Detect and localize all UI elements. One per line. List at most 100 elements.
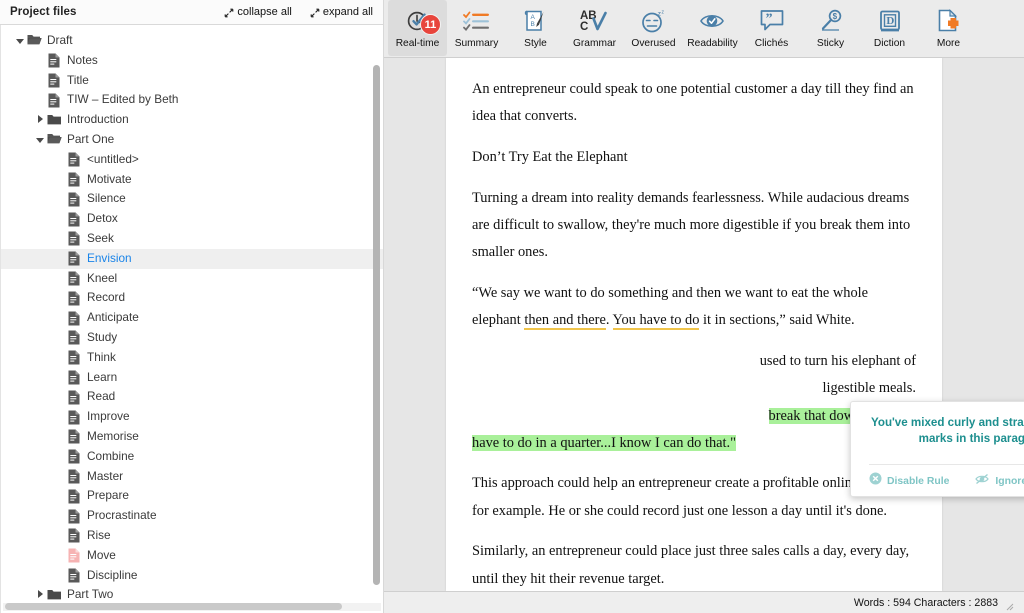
warning-span-then-and-there[interactable]: then and there bbox=[524, 311, 606, 330]
tree-item-move[interactable]: Move bbox=[1, 546, 383, 566]
sidebar-vertical-scrollbar[interactable] bbox=[373, 65, 380, 585]
document-text[interactable]: An entrepreneur could speak to one poten… bbox=[446, 58, 942, 591]
disable-rule-button[interactable]: Disable Rule bbox=[869, 472, 949, 490]
toolbar-button-grammar[interactable]: AB C Grammar bbox=[565, 0, 624, 56]
scroll-quill-icon: AB bbox=[522, 6, 550, 36]
document-page[interactable]: An entrepreneur could speak to one poten… bbox=[446, 58, 942, 591]
tree-item-label: Study bbox=[87, 329, 118, 344]
disclosure-triangle-icon[interactable] bbox=[15, 35, 27, 47]
tree-item-combine[interactable]: Combine bbox=[1, 447, 383, 467]
sleepy-face-icon: zz bbox=[640, 6, 667, 36]
document-icon bbox=[67, 449, 81, 464]
tree-item-introduction[interactable]: Introduction bbox=[1, 110, 383, 130]
tree-item-envision[interactable]: Envision bbox=[1, 248, 383, 269]
disclosure-triangle-icon[interactable] bbox=[35, 134, 47, 146]
highlight-line-2[interactable]: have to do in a quarter...I know I can d… bbox=[472, 434, 737, 451]
ignore-button[interactable]: Ignore bbox=[975, 472, 1024, 490]
toolbar-button-label: Style bbox=[524, 38, 547, 49]
toolbar-button-label: Clichés bbox=[754, 38, 789, 49]
expand-all-button[interactable]: expand all bbox=[310, 6, 373, 18]
tree-item-improve[interactable]: Improve bbox=[1, 407, 383, 427]
document-icon bbox=[47, 53, 61, 68]
tree-item-anticipate[interactable]: Anticipate bbox=[1, 308, 383, 328]
tree-item-part-one[interactable]: Part One bbox=[1, 130, 383, 150]
tree-item-think[interactable]: Think bbox=[1, 348, 383, 368]
toolbar-button-sticky[interactable]: $ Sticky bbox=[801, 0, 860, 56]
tree-item-label: Silence bbox=[87, 191, 126, 206]
hidden-line-2: ligestible meals. bbox=[822, 379, 916, 396]
toolbar-button-summary[interactable]: Summary bbox=[447, 0, 506, 56]
toolbar-button-readability[interactable]: Readability bbox=[683, 0, 742, 56]
tree-item-tiw-edited-by-beth[interactable]: TIW – Edited by Beth bbox=[1, 90, 383, 110]
collapse-all-button[interactable]: collapse all bbox=[224, 6, 292, 18]
disclosure-triangle-icon[interactable] bbox=[35, 589, 47, 601]
document-icon bbox=[67, 370, 81, 385]
toolbar-button-label: Readability bbox=[687, 38, 738, 49]
document-icon bbox=[47, 73, 61, 88]
notification-badge: 11 bbox=[420, 14, 441, 35]
tree-item-label: Improve bbox=[87, 409, 130, 424]
disclosure-triangle-icon[interactable] bbox=[35, 114, 47, 126]
tree-item-label: Master bbox=[87, 468, 124, 483]
document-scroll-area[interactable]: An entrepreneur could speak to one poten… bbox=[384, 58, 1024, 591]
toolbar-button-label: Sticky bbox=[816, 38, 845, 49]
hidden-line-1: used to turn his elephant of bbox=[759, 352, 916, 369]
toolbar-button-label: Diction bbox=[873, 38, 906, 49]
paragraph: An entrepreneur could speak to one poten… bbox=[472, 81, 914, 125]
toolbar-button-clich-s[interactable]: ” Clichés bbox=[742, 0, 801, 56]
toolbar-button-label: Overused bbox=[631, 38, 676, 49]
resize-grip-icon[interactable] bbox=[1004, 598, 1014, 610]
document-icon bbox=[67, 251, 81, 266]
tree-item-memorise[interactable]: Memorise bbox=[1, 427, 383, 447]
toolbar-button-overused[interactable]: z z Overused bbox=[624, 0, 683, 56]
tree-item-rise[interactable]: Rise bbox=[1, 526, 383, 546]
toolbar-button-style[interactable]: A B Style bbox=[506, 0, 565, 56]
tree-item-master[interactable]: Master bbox=[1, 467, 383, 487]
tree-item-read[interactable]: Read bbox=[1, 387, 383, 407]
ignore-eye-icon bbox=[975, 472, 990, 490]
warning-span-you-have-to-do[interactable]: You have to do bbox=[612, 311, 700, 330]
grammar-suggestion-popup[interactable]: You've mixed curly and straight quotatio… bbox=[850, 401, 1024, 497]
tree-item-label: TIW – Edited by Beth bbox=[67, 92, 179, 107]
svg-text:$: $ bbox=[832, 12, 837, 21]
tree-item-kneel[interactable]: Kneel bbox=[1, 269, 383, 289]
tree-item-silence[interactable]: Silence bbox=[1, 189, 383, 209]
page-right-rail bbox=[922, 58, 942, 591]
tree-item-notes[interactable]: Notes bbox=[1, 51, 383, 71]
tree-item-draft[interactable]: Draft bbox=[1, 31, 383, 51]
tree-item-discipline[interactable]: Discipline bbox=[1, 566, 383, 586]
abc-check-icon: AB C bbox=[580, 6, 610, 36]
tree-item-seek[interactable]: Seek bbox=[1, 229, 383, 249]
paragraph-with-warnings: “We say we want to do something and then… bbox=[472, 280, 916, 334]
tree-item-untitled[interactable]: <untitled> bbox=[1, 150, 383, 170]
paragraph-heading: Don’t Try Eat the Elephant bbox=[472, 148, 628, 165]
tree-item-record[interactable]: Record bbox=[1, 288, 383, 308]
tree-item-motivate[interactable]: Motivate bbox=[1, 170, 383, 190]
document-icon bbox=[67, 350, 81, 365]
tree-item-study[interactable]: Study bbox=[1, 328, 383, 348]
toolbar-button-real-time[interactable]: Real-time 11 bbox=[388, 0, 447, 56]
document-icon bbox=[67, 568, 81, 583]
tree-item-label: Title bbox=[67, 72, 89, 87]
quote-tail: it in sections,” said White. bbox=[699, 311, 855, 328]
toolbar-button-diction[interactable]: D Diction bbox=[860, 0, 919, 56]
tree-item-prepare[interactable]: Prepare bbox=[1, 486, 383, 506]
tree-item-learn[interactable]: Learn bbox=[1, 368, 383, 388]
tree-item-detox[interactable]: Detox bbox=[1, 209, 383, 229]
sidebar-horizontal-scrollbar[interactable] bbox=[5, 603, 342, 610]
sidebar-header-actions: collapse all expand all bbox=[224, 6, 373, 18]
tree-item-title[interactable]: Title bbox=[1, 71, 383, 91]
tree-item-label: Record bbox=[87, 290, 126, 305]
document-icon bbox=[67, 489, 81, 504]
tree-item-label: Rise bbox=[87, 527, 111, 542]
tree-item-label: Part One bbox=[67, 131, 115, 146]
document-icon bbox=[67, 291, 81, 306]
tree-item-procrastinate[interactable]: Procrastinate bbox=[1, 506, 383, 526]
toolbar-button-more[interactable]: More bbox=[919, 0, 978, 56]
document-icon bbox=[67, 410, 81, 425]
